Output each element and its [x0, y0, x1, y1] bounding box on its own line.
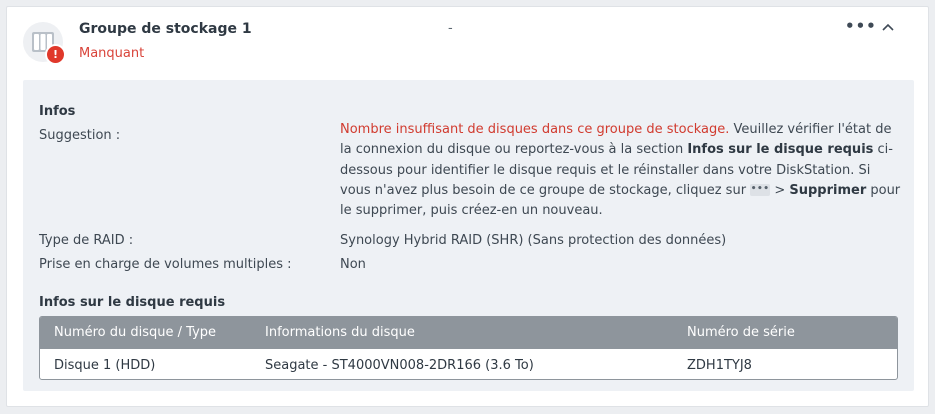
table-header: Numéro du disque / Type Informations du … — [40, 317, 897, 349]
column-header-serial: Numéro de série — [687, 325, 795, 340]
alert-icon: ! — [45, 44, 66, 65]
serial-number-cell: ZDH1TYJ8 — [687, 358, 752, 373]
column-header-info: Informations du disque — [265, 325, 415, 340]
multi-volume-value: Non — [340, 257, 366, 272]
more-actions-button[interactable]: ••• — [845, 17, 876, 37]
required-disk-section-title: Infos sur le disque requis — [39, 295, 226, 310]
required-disk-table: Numéro du disque / Type Informations du … — [39, 316, 898, 380]
suggestion-text: Nombre insuffisant de disques dans ce gr… — [340, 120, 905, 221]
column-header-disk: Numéro du disque / Type — [54, 325, 217, 340]
suggestion-label: Suggestion : — [39, 128, 121, 143]
raid-type-label: Type de RAID : — [39, 233, 134, 248]
storage-pool-header[interactable]: ! Groupe de stockage 1 Manquant - ••• — [7, 7, 928, 82]
required-disk-link-text: Infos sur le disque requis — [687, 142, 874, 158]
more-dots-icon: ••• — [750, 184, 771, 197]
info-section-title: Infos — [39, 104, 76, 119]
multi-volume-label: Prise en charge de volumes multiples : — [39, 257, 292, 272]
raid-type-value: Synology Hybrid RAID (SHR) (Sans protect… — [340, 233, 727, 248]
suggestion-part: > — [770, 182, 790, 198]
delete-text: Supprimer — [789, 182, 867, 198]
storage-pool-card: ! Groupe de stockage 1 Manquant - ••• In… — [6, 6, 929, 407]
pool-summary: - — [448, 21, 453, 36]
pool-title: Groupe de stockage 1 — [79, 21, 252, 37]
collapse-chevron-icon[interactable] — [879, 19, 897, 37]
pool-status: Manquant — [79, 46, 145, 61]
disk-number-cell: Disque 1 (HDD) — [54, 358, 156, 373]
disk-info-cell: Seagate - ST4000VN008-2DR166 (3.6 To) — [265, 358, 534, 373]
suggestion-warning: Nombre insuffisant de disques dans ce gr… — [340, 122, 730, 137]
details-panel: Infos Suggestion : Nombre insuffisant de… — [23, 80, 914, 391]
